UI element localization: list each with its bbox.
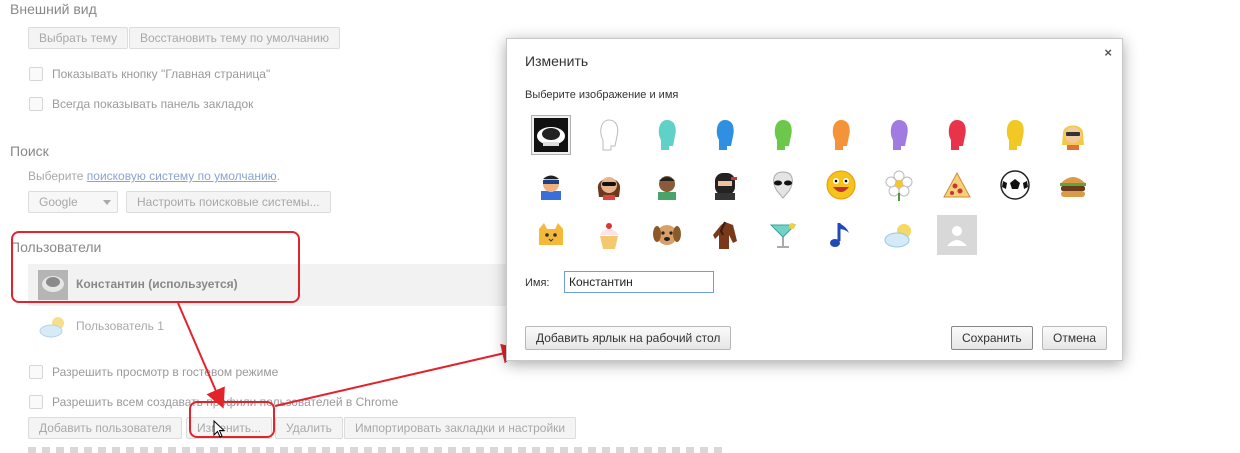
save-button[interactable]: Сохранить <box>951 326 1033 350</box>
avatar-purple-head-icon[interactable] <box>879 115 919 155</box>
cancel-button[interactable]: Отмена <box>1042 326 1108 350</box>
avatar-alien-icon[interactable] <box>763 165 803 205</box>
avatar-white-head-icon[interactable] <box>589 115 629 155</box>
avatar-music-note-icon[interactable] <box>821 215 861 255</box>
avatar-yellow-head-icon[interactable] <box>995 115 1035 155</box>
avatar-smiley-icon[interactable] <box>821 165 861 205</box>
avatar-cat-icon[interactable] <box>531 215 571 255</box>
name-input[interactable] <box>564 271 714 293</box>
avatar-current-photo-icon[interactable] <box>531 115 571 155</box>
avatar-red-head-icon[interactable] <box>937 115 977 155</box>
avatar-blonde-woman-icon[interactable] <box>1053 115 1093 155</box>
avatar-placeholder-person-icon[interactable] <box>937 215 977 255</box>
avatar-pizza-icon[interactable] <box>937 165 977 205</box>
avatar-blue-head-icon[interactable] <box>705 115 745 155</box>
name-label: Имя: <box>525 277 550 289</box>
dialog-title: Изменить <box>525 53 589 69</box>
avatar-flower-icon[interactable] <box>879 165 919 205</box>
avatar-dog-icon[interactable] <box>647 215 687 255</box>
avatar-cupcake-icon[interactable] <box>589 215 629 255</box>
avatar-superhero-icon[interactable] <box>531 165 571 205</box>
desktop-shortcut-button[interactable]: Добавить ярлык на рабочий стол <box>525 326 732 350</box>
avatar-horse-icon[interactable] <box>705 215 745 255</box>
mouse-cursor-icon <box>213 420 226 438</box>
avatar-man-icon[interactable] <box>647 165 687 205</box>
avatar-soccer-ball-icon[interactable] <box>995 165 1035 205</box>
avatar-burger-icon[interactable] <box>1053 165 1093 205</box>
avatar-cocktail-icon[interactable] <box>763 215 803 255</box>
avatar-teal-head-icon[interactable] <box>647 115 687 155</box>
close-icon[interactable]: × <box>1104 45 1112 60</box>
avatar-green-head-icon[interactable] <box>763 115 803 155</box>
avatar-sun-cloud-icon[interactable] <box>879 215 919 255</box>
edit-user-dialog: Изменить × Выберите изображение и имя Им… <box>506 38 1123 361</box>
avatar-ninja-icon[interactable] <box>705 165 745 205</box>
avatar-orange-head-icon[interactable] <box>821 115 861 155</box>
avatar-sunglasses-woman-icon[interactable] <box>589 165 629 205</box>
dialog-subtitle: Выберите изображение и имя <box>525 89 679 101</box>
